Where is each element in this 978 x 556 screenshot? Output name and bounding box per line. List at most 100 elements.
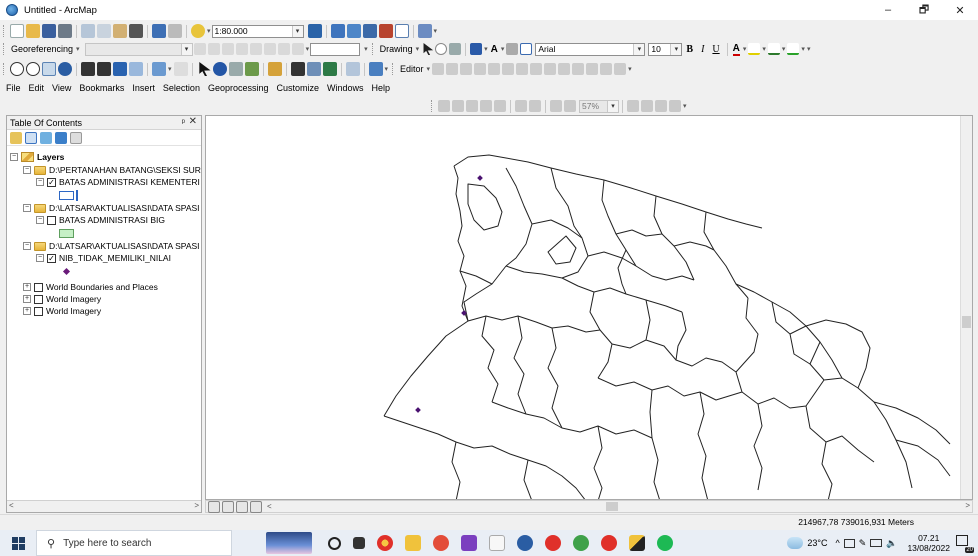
point-marker-symbol[interactable]: [62, 267, 71, 275]
toolbar-grip[interactable]: [3, 25, 6, 37]
toc-basemap-row[interactable]: + World Boundaries and Places: [23, 281, 158, 293]
collapse-icon[interactable]: −: [23, 204, 31, 212]
cut-icon[interactable]: [81, 24, 95, 38]
toc-options-icon[interactable]: [70, 131, 82, 144]
symbol-row[interactable]: [59, 227, 74, 239]
pause-drawing-icon[interactable]: [250, 500, 262, 513]
select-elements-icon[interactable]: [423, 43, 434, 55]
scroll-left-icon[interactable]: <: [9, 501, 14, 510]
restore-button[interactable]: 🗗: [906, 0, 942, 20]
toolbar-options-icon[interactable]: ▾: [628, 65, 632, 73]
select-elements-icon[interactable]: [199, 62, 211, 76]
arcmap-taskbar-icon[interactable]: [517, 535, 533, 551]
menu-selection[interactable]: Selection: [159, 83, 204, 93]
app-green-icon[interactable]: [573, 535, 589, 551]
chevron-down-icon[interactable]: ▾: [501, 45, 505, 53]
layer-visibility-checkbox[interactable]: [47, 215, 56, 225]
toolbar-grip[interactable]: [371, 43, 375, 55]
zoom-in-icon[interactable]: [10, 62, 24, 76]
pan-hand-icon[interactable]: [42, 62, 56, 76]
chevron-down-icon[interactable]: ▾: [782, 45, 786, 53]
notification-center-icon[interactable]: 20: [956, 535, 974, 553]
select-link-icon[interactable]: [235, 43, 248, 55]
polygon-outline-symbol[interactable]: [59, 190, 74, 200]
toc-group-row[interactable]: − D:\PERTANAHAN BATANG\SEKSI SUR: [23, 164, 201, 176]
edit-vertices-icon[interactable]: [516, 63, 529, 75]
chevron-down-icon[interactable]: ▾: [207, 27, 211, 35]
python-window-icon[interactable]: [394, 24, 409, 38]
fill-color-icon[interactable]: [748, 43, 761, 55]
opera-icon[interactable]: [545, 535, 561, 551]
toolbar-options-icon[interactable]: ▾: [807, 45, 811, 53]
straight-segment-icon[interactable]: [460, 63, 473, 75]
map-canvas[interactable]: [206, 116, 962, 500]
chevron-down-icon[interactable]: ▾: [180, 43, 192, 55]
create-features-icon[interactable]: [614, 63, 627, 75]
save-icon[interactable]: [42, 24, 56, 38]
list-by-selection-icon[interactable]: [55, 131, 67, 144]
line-color-icon[interactable]: [767, 43, 780, 55]
fixed-zoom-in-layout-icon[interactable]: [515, 100, 527, 112]
expand-icon[interactable]: +: [23, 307, 31, 315]
toolbar-grip[interactable]: [3, 63, 6, 75]
chrome-icon[interactable]: [377, 535, 393, 551]
editor-menu[interactable]: Editor: [400, 64, 424, 74]
list-by-drawing-order-icon[interactable]: [10, 131, 22, 144]
map-display[interactable]: [205, 115, 973, 500]
taskbar-search-box[interactable]: ⚲ Type here to search: [36, 530, 232, 556]
chevron-down-icon[interactable]: ▾: [416, 45, 420, 53]
cortana-icon[interactable]: [328, 536, 341, 550]
full-extent-icon[interactable]: [58, 62, 72, 76]
weather-icon[interactable]: [787, 537, 804, 549]
delete-icon[interactable]: [129, 24, 143, 38]
chevron-down-icon[interactable]: ▾: [76, 45, 80, 53]
task-view-icon[interactable]: [353, 537, 365, 549]
minimize-button[interactable]: –: [870, 0, 906, 20]
chevron-down-icon[interactable]: ▾: [168, 65, 172, 73]
refresh-view-icon[interactable]: [236, 500, 248, 513]
scroll-left-icon[interactable]: <: [267, 502, 272, 511]
rotate-icon[interactable]: [193, 43, 206, 55]
georef-scale-input[interactable]: [310, 42, 361, 56]
layer-visibility-checkbox[interactable]: [34, 282, 43, 292]
find-binoculars-icon[interactable]: [290, 62, 305, 76]
expand-icon[interactable]: +: [23, 283, 31, 291]
chevron-down-icon[interactable]: ▾: [427, 65, 431, 73]
chevron-down-icon[interactable]: ▾: [484, 45, 488, 53]
table-of-contents-icon[interactable]: [330, 24, 345, 38]
paste-icon[interactable]: [113, 24, 127, 38]
chevron-down-icon[interactable]: ▾: [801, 45, 805, 53]
fixed-zoom-out-icon[interactable]: [97, 62, 111, 76]
arctoolbox-icon[interactable]: [378, 24, 393, 38]
symbol-row[interactable]: [59, 189, 78, 201]
layer-visibility-checkbox[interactable]: ✓: [47, 253, 56, 263]
catalog-window-icon[interactable]: [346, 24, 361, 38]
end-point-arc-icon[interactable]: [474, 63, 487, 75]
new-document-icon[interactable]: [10, 24, 24, 38]
toolbar-grip[interactable]: [431, 100, 434, 112]
go-forward-icon[interactable]: [129, 62, 143, 76]
layout-zoom-out-icon[interactable]: [452, 100, 464, 112]
toolbar-options-icon[interactable]: ▾: [683, 102, 687, 110]
toolbar-grip[interactable]: [392, 63, 395, 75]
toolbar-grip[interactable]: [3, 43, 6, 55]
change-layout-icon[interactable]: [655, 100, 667, 112]
georeferencing-menu[interactable]: Georeferencing: [11, 44, 73, 54]
chevron-down-icon[interactable]: ▾: [306, 45, 310, 53]
symbol-row[interactable]: [62, 265, 71, 277]
layout-zoom-combo[interactable]: 57% ▾: [579, 99, 619, 113]
data-driven-pages-icon[interactable]: [669, 100, 681, 112]
shift-icon[interactable]: [207, 43, 220, 55]
georeference-layer-combo[interactable]: ▾: [84, 42, 193, 56]
chevron-down-icon[interactable]: ▾: [607, 100, 618, 112]
list-by-source-icon[interactable]: [25, 131, 37, 144]
clear-selection-icon[interactable]: [173, 62, 188, 76]
toc-basemap-row[interactable]: + World Imagery: [23, 305, 101, 317]
add-data-icon[interactable]: [191, 24, 205, 38]
toc-layer-row[interactable]: − ✓ NIB_TIDAK_MEMILIKI_NILAI: [36, 252, 171, 264]
data-view-icon[interactable]: [208, 500, 220, 513]
split-tool-icon[interactable]: [558, 63, 571, 75]
toc-basemap-row[interactable]: + World Imagery: [23, 293, 101, 305]
toolbar-options-icon[interactable]: ▾: [385, 65, 389, 73]
rotate-tool-icon[interactable]: [572, 63, 585, 75]
